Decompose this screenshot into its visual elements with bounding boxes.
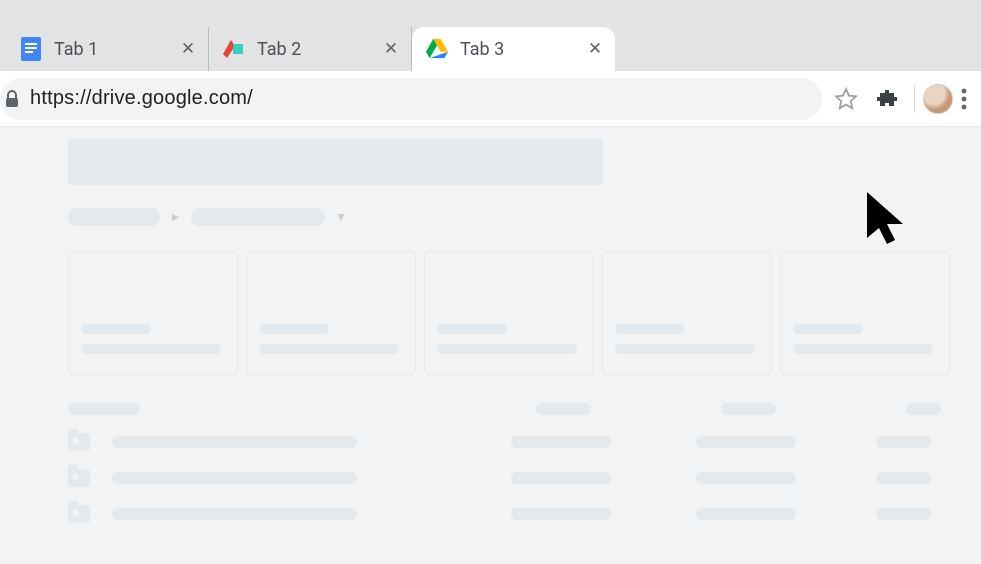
- skeleton-card: [780, 251, 950, 375]
- tab-label: Tab 2: [257, 39, 381, 60]
- skeleton-pill: [112, 472, 357, 484]
- tab-drive[interactable]: Tab 3 ✕: [412, 27, 615, 71]
- skeleton-cards-row: [68, 251, 981, 375]
- skeleton-pill: [511, 436, 611, 448]
- docs-icon: [20, 38, 42, 60]
- close-icon[interactable]: ✕: [585, 39, 605, 59]
- skeleton-list-row: [68, 433, 981, 451]
- skeleton-pill: [68, 403, 140, 415]
- skeleton-pill: [696, 472, 796, 484]
- url-input[interactable]: [30, 87, 806, 110]
- skeleton-card: [424, 251, 594, 375]
- skeleton-pill: [721, 403, 776, 415]
- skeleton-pill: [876, 508, 931, 520]
- folder-shared-icon: [68, 505, 90, 523]
- skeleton-pill: [906, 403, 941, 415]
- close-icon[interactable]: ✕: [178, 39, 198, 59]
- skeleton-breadcrumb: ▸ ▼: [68, 205, 981, 229]
- skeleton-pill: [876, 472, 931, 484]
- skeleton-pill: [536, 403, 591, 415]
- separator: [914, 85, 915, 113]
- skeleton-card: [68, 251, 238, 375]
- skeleton-pill: [191, 208, 325, 226]
- skeleton-list-row: [68, 505, 981, 523]
- folder-shared-icon: [68, 469, 90, 487]
- bookmark-star-icon[interactable]: [834, 87, 858, 111]
- chevron-down-icon: ▼: [335, 210, 347, 224]
- chevron-right-icon: ▸: [172, 209, 179, 225]
- skeleton-card: [246, 251, 416, 375]
- skeleton-pill: [511, 472, 611, 484]
- skeleton-pill: [696, 508, 796, 520]
- skeleton-pill: [112, 508, 357, 520]
- drive-icon: [426, 38, 448, 60]
- skeleton-pill: [68, 208, 160, 226]
- skeleton-list-header: [68, 403, 981, 415]
- skeleton-list-row: [68, 469, 981, 487]
- skeleton-card: [602, 251, 772, 375]
- skeleton-pill: [696, 436, 796, 448]
- page-content-loading: ▸ ▼: [0, 139, 981, 564]
- skeleton-searchbar: [68, 139, 603, 185]
- skeleton-pill: [511, 508, 611, 520]
- skeleton-pill: [112, 436, 357, 448]
- tab-label: Tab 1: [54, 39, 178, 60]
- tab-app[interactable]: Tab 2 ✕: [209, 27, 412, 71]
- kebab-menu-icon[interactable]: [961, 88, 967, 110]
- lock-icon: [2, 90, 20, 108]
- folder-shared-icon: [68, 433, 90, 451]
- tab-docs[interactable]: Tab 1 ✕: [6, 27, 209, 71]
- tab-label: Tab 3: [460, 39, 585, 60]
- address-bar[interactable]: [0, 78, 822, 120]
- extensions-icon[interactable]: [876, 88, 898, 110]
- close-icon[interactable]: ✕: [381, 39, 401, 59]
- app-icon: [223, 38, 245, 60]
- profile-avatar[interactable]: [923, 84, 953, 114]
- skeleton-pill: [876, 436, 931, 448]
- tab-strip: Tab 1 ✕ Tab 2 ✕ Tab 3 ✕: [0, 0, 981, 71]
- browser-toolbar: [0, 71, 981, 127]
